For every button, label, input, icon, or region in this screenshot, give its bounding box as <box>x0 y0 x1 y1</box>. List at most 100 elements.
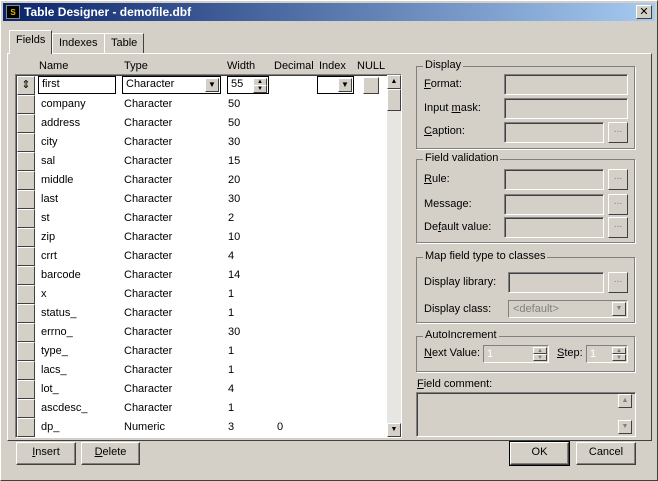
row-selector[interactable] <box>17 190 35 209</box>
field-type-cell[interactable]: Character <box>124 155 172 167</box>
row-selector[interactable] <box>17 323 35 342</box>
field-type-cell[interactable]: Character <box>124 269 172 281</box>
field-type-cell[interactable]: Character <box>124 288 172 300</box>
field-name-cell[interactable]: errno_ <box>41 326 73 338</box>
grid-scrollbar[interactable]: ▲ ▼ <box>387 75 401 437</box>
caption-field[interactable] <box>504 122 604 143</box>
field-width-cell[interactable]: 14 <box>228 269 240 281</box>
scroll-up-icon[interactable]: ▲ <box>387 75 401 89</box>
field-name-cell[interactable]: lacs_ <box>41 364 67 376</box>
row-selector[interactable] <box>17 380 35 399</box>
field-row[interactable]: st Character 2 <box>17 209 387 228</box>
field-width-cell[interactable]: 30 <box>228 193 240 205</box>
field-width-cell[interactable]: 50 <box>228 98 240 110</box>
field-width-cell[interactable]: 4 <box>228 383 234 395</box>
spin-up-icon[interactable]: ▲ <box>533 347 547 354</box>
field-name-cell[interactable]: middle <box>41 174 73 186</box>
field-row[interactable]: address Character 50 <box>17 114 387 133</box>
next-value-stepper[interactable]: 1 ▲ ▼ <box>483 345 549 363</box>
field-index-select[interactable]: ▼ <box>317 76 354 94</box>
field-name-cell[interactable]: sal <box>41 155 55 167</box>
field-type-cell[interactable]: Character <box>124 326 172 338</box>
row-selector[interactable] <box>17 285 35 304</box>
ok-button[interactable]: OK <box>509 441 570 466</box>
field-row-edit[interactable]: ⇕ first Character ▼ 55 ▲ ▼ ▼ <box>17 76 387 95</box>
field-row[interactable]: zip Character 10 <box>17 228 387 247</box>
row-selector[interactable] <box>17 304 35 323</box>
default-value-field[interactable] <box>504 217 604 238</box>
field-type-cell[interactable]: Character <box>124 402 172 414</box>
field-type-cell[interactable]: Character <box>124 345 172 357</box>
rule-field[interactable] <box>504 169 604 190</box>
field-width-cell[interactable]: 50 <box>228 117 240 129</box>
tab-table[interactable]: Table <box>104 33 145 53</box>
field-decimal-cell[interactable]: 0 <box>277 421 283 433</box>
field-type-cell[interactable]: Character <box>124 364 172 376</box>
field-width-cell[interactable]: 1 <box>228 402 234 414</box>
scroll-down-icon[interactable]: ▼ <box>618 420 632 434</box>
scroll-thumb[interactable] <box>387 89 401 111</box>
null-toggle-button[interactable] <box>363 77 379 94</box>
display-class-select[interactable]: <default> ▼ <box>508 300 628 318</box>
field-width-cell[interactable]: 1 <box>228 345 234 357</box>
chevron-down-icon[interactable]: ▼ <box>338 78 352 92</box>
field-type-cell[interactable]: Character <box>124 98 172 110</box>
field-row[interactable]: lot_ Character 4 <box>17 380 387 399</box>
insert-button[interactable]: Insert <box>16 442 76 465</box>
field-name-cell[interactable]: status_ <box>41 307 76 319</box>
tab-indexes[interactable]: Indexes <box>52 33 105 53</box>
field-comment-textarea[interactable]: ▲ ▼ <box>416 392 636 437</box>
field-name-cell[interactable]: zip <box>41 231 55 243</box>
row-selector[interactable] <box>17 209 35 228</box>
field-name-cell[interactable]: lot_ <box>41 383 59 395</box>
field-row[interactable]: status_ Character 1 <box>17 304 387 323</box>
field-type-cell[interactable]: Character <box>124 193 172 205</box>
field-name-cell[interactable]: barcode <box>41 269 81 281</box>
field-name-cell[interactable]: type_ <box>41 345 68 357</box>
field-row[interactable]: errno_ Character 30 <box>17 323 387 342</box>
input-mask-field[interactable] <box>504 98 628 119</box>
row-selector[interactable] <box>17 399 35 418</box>
field-row[interactable]: sal Character 15 <box>17 152 387 171</box>
field-row[interactable]: crrt Character 4 <box>17 247 387 266</box>
field-name-cell[interactable]: company <box>41 98 86 110</box>
field-type-cell[interactable]: Character <box>124 136 172 148</box>
row-selector[interactable] <box>17 133 35 152</box>
field-name-cell[interactable]: dp_ <box>41 421 59 433</box>
field-width-stepper[interactable]: 55 ▲ ▼ <box>227 76 269 94</box>
field-width-cell[interactable]: 30 <box>228 136 240 148</box>
title-bar[interactable]: S Table Designer - demofile.dbf ✕ <box>3 3 655 21</box>
field-width-cell[interactable]: 1 <box>228 364 234 376</box>
field-name-cell[interactable]: st <box>41 212 50 224</box>
field-width-cell[interactable]: 1 <box>228 307 234 319</box>
field-row[interactable]: company Character 50 <box>17 95 387 114</box>
field-type-cell[interactable]: Character <box>124 212 172 224</box>
row-selector[interactable] <box>17 418 35 437</box>
field-width-cell[interactable]: 15 <box>228 155 240 167</box>
field-type-cell[interactable]: Character <box>124 250 172 262</box>
field-name-cell[interactable]: city <box>41 136 58 148</box>
field-name-cell[interactable]: last <box>41 193 58 205</box>
field-row[interactable]: barcode Character 14 <box>17 266 387 285</box>
field-name-cell[interactable]: crrt <box>41 250 57 262</box>
spin-down-icon[interactable]: ▼ <box>533 354 547 361</box>
field-type-cell[interactable]: Character <box>124 117 172 129</box>
field-type-cell[interactable]: Character <box>124 383 172 395</box>
row-selector[interactable] <box>17 114 35 133</box>
message-field[interactable] <box>504 194 604 215</box>
step-stepper[interactable]: 1 ▲ ▼ <box>586 345 628 363</box>
field-row[interactable]: dp_ Numeric 3 0 <box>17 418 387 437</box>
chevron-down-icon[interactable]: ▼ <box>205 78 219 92</box>
row-selector[interactable] <box>17 152 35 171</box>
field-name-cell[interactable]: address <box>41 117 80 129</box>
field-type-cell[interactable]: Character <box>124 231 172 243</box>
field-name-input[interactable]: first <box>38 76 116 94</box>
field-row[interactable]: last Character 30 <box>17 190 387 209</box>
field-type-cell[interactable]: Character <box>124 174 172 186</box>
field-row[interactable]: x Character 1 <box>17 285 387 304</box>
default-value-ellipsis-button[interactable]: ... <box>608 217 628 238</box>
field-width-cell[interactable]: 10 <box>228 231 240 243</box>
field-row[interactable]: lacs_ Character 1 <box>17 361 387 380</box>
row-selector[interactable] <box>17 171 35 190</box>
spin-up-icon[interactable]: ▲ <box>612 347 626 354</box>
